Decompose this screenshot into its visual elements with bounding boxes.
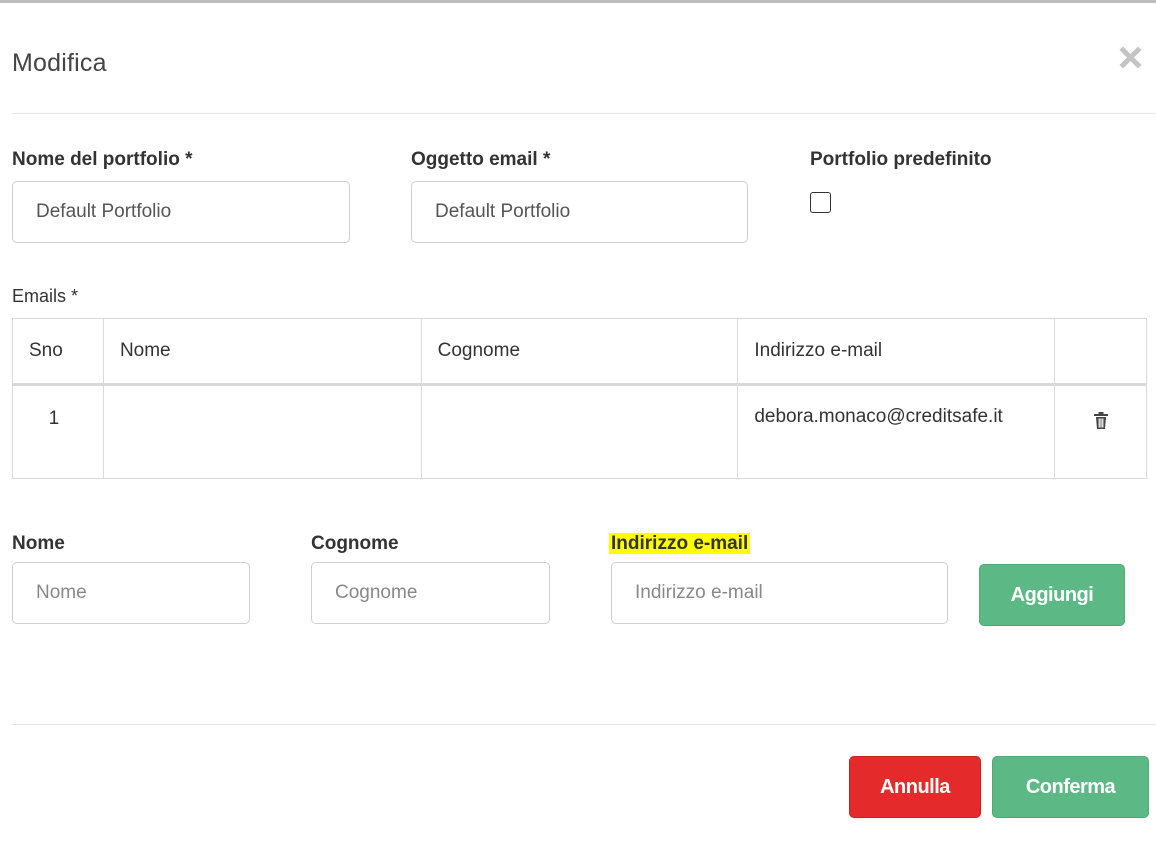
column-header-sno: Sno	[12, 318, 104, 385]
row-cognome	[420, 384, 739, 479]
confirm-button[interactable]: Conferma	[992, 756, 1149, 818]
emails-table: Sno Nome Cognome Indirizzo e-mail 1 debo…	[12, 318, 1147, 479]
row-actions	[1054, 384, 1147, 479]
modal-title: Modifica	[12, 49, 107, 77]
table-row: 1 debora.monaco@creditsafe.it	[12, 384, 1147, 479]
modal-top-border	[0, 0, 1156, 3]
add-email-input[interactable]	[611, 562, 948, 624]
trash-icon[interactable]	[1093, 411, 1109, 431]
table-header-row: Sno Nome Cognome Indirizzo e-mail	[12, 318, 1147, 385]
column-header-actions	[1054, 318, 1147, 385]
close-icon[interactable]	[1118, 44, 1144, 70]
default-portfolio-label: Portfolio predefinito	[810, 149, 992, 170]
add-nome-input[interactable]	[12, 562, 250, 624]
row-sno: 1	[12, 384, 104, 479]
add-email-label-highlight: Indirizzo e-mail	[609, 533, 751, 554]
add-cognome-label: Cognome	[311, 533, 399, 554]
column-header-nome: Nome	[102, 318, 422, 385]
default-portfolio-checkbox[interactable]	[810, 192, 831, 213]
add-cognome-input[interactable]	[311, 562, 550, 624]
add-email-label: Indirizzo e-mail	[609, 533, 751, 555]
footer-divider	[12, 724, 1156, 725]
portfolio-name-label: Nome del portfolio *	[12, 149, 193, 170]
row-email: debora.monaco@creditsafe.it	[737, 384, 1056, 479]
email-subject-label: Oggetto email *	[411, 149, 551, 170]
add-nome-label: Nome	[12, 533, 65, 554]
emails-label: Emails *	[12, 286, 79, 306]
add-button[interactable]: Aggiungi	[979, 564, 1125, 626]
column-header-email: Indirizzo e-mail	[737, 318, 1056, 385]
portfolio-name-input[interactable]	[12, 181, 350, 243]
column-header-cognome: Cognome	[420, 318, 739, 385]
row-nome	[102, 384, 422, 479]
header-divider	[12, 113, 1156, 114]
cancel-button[interactable]: Annulla	[849, 756, 981, 818]
email-subject-input[interactable]	[411, 181, 748, 243]
